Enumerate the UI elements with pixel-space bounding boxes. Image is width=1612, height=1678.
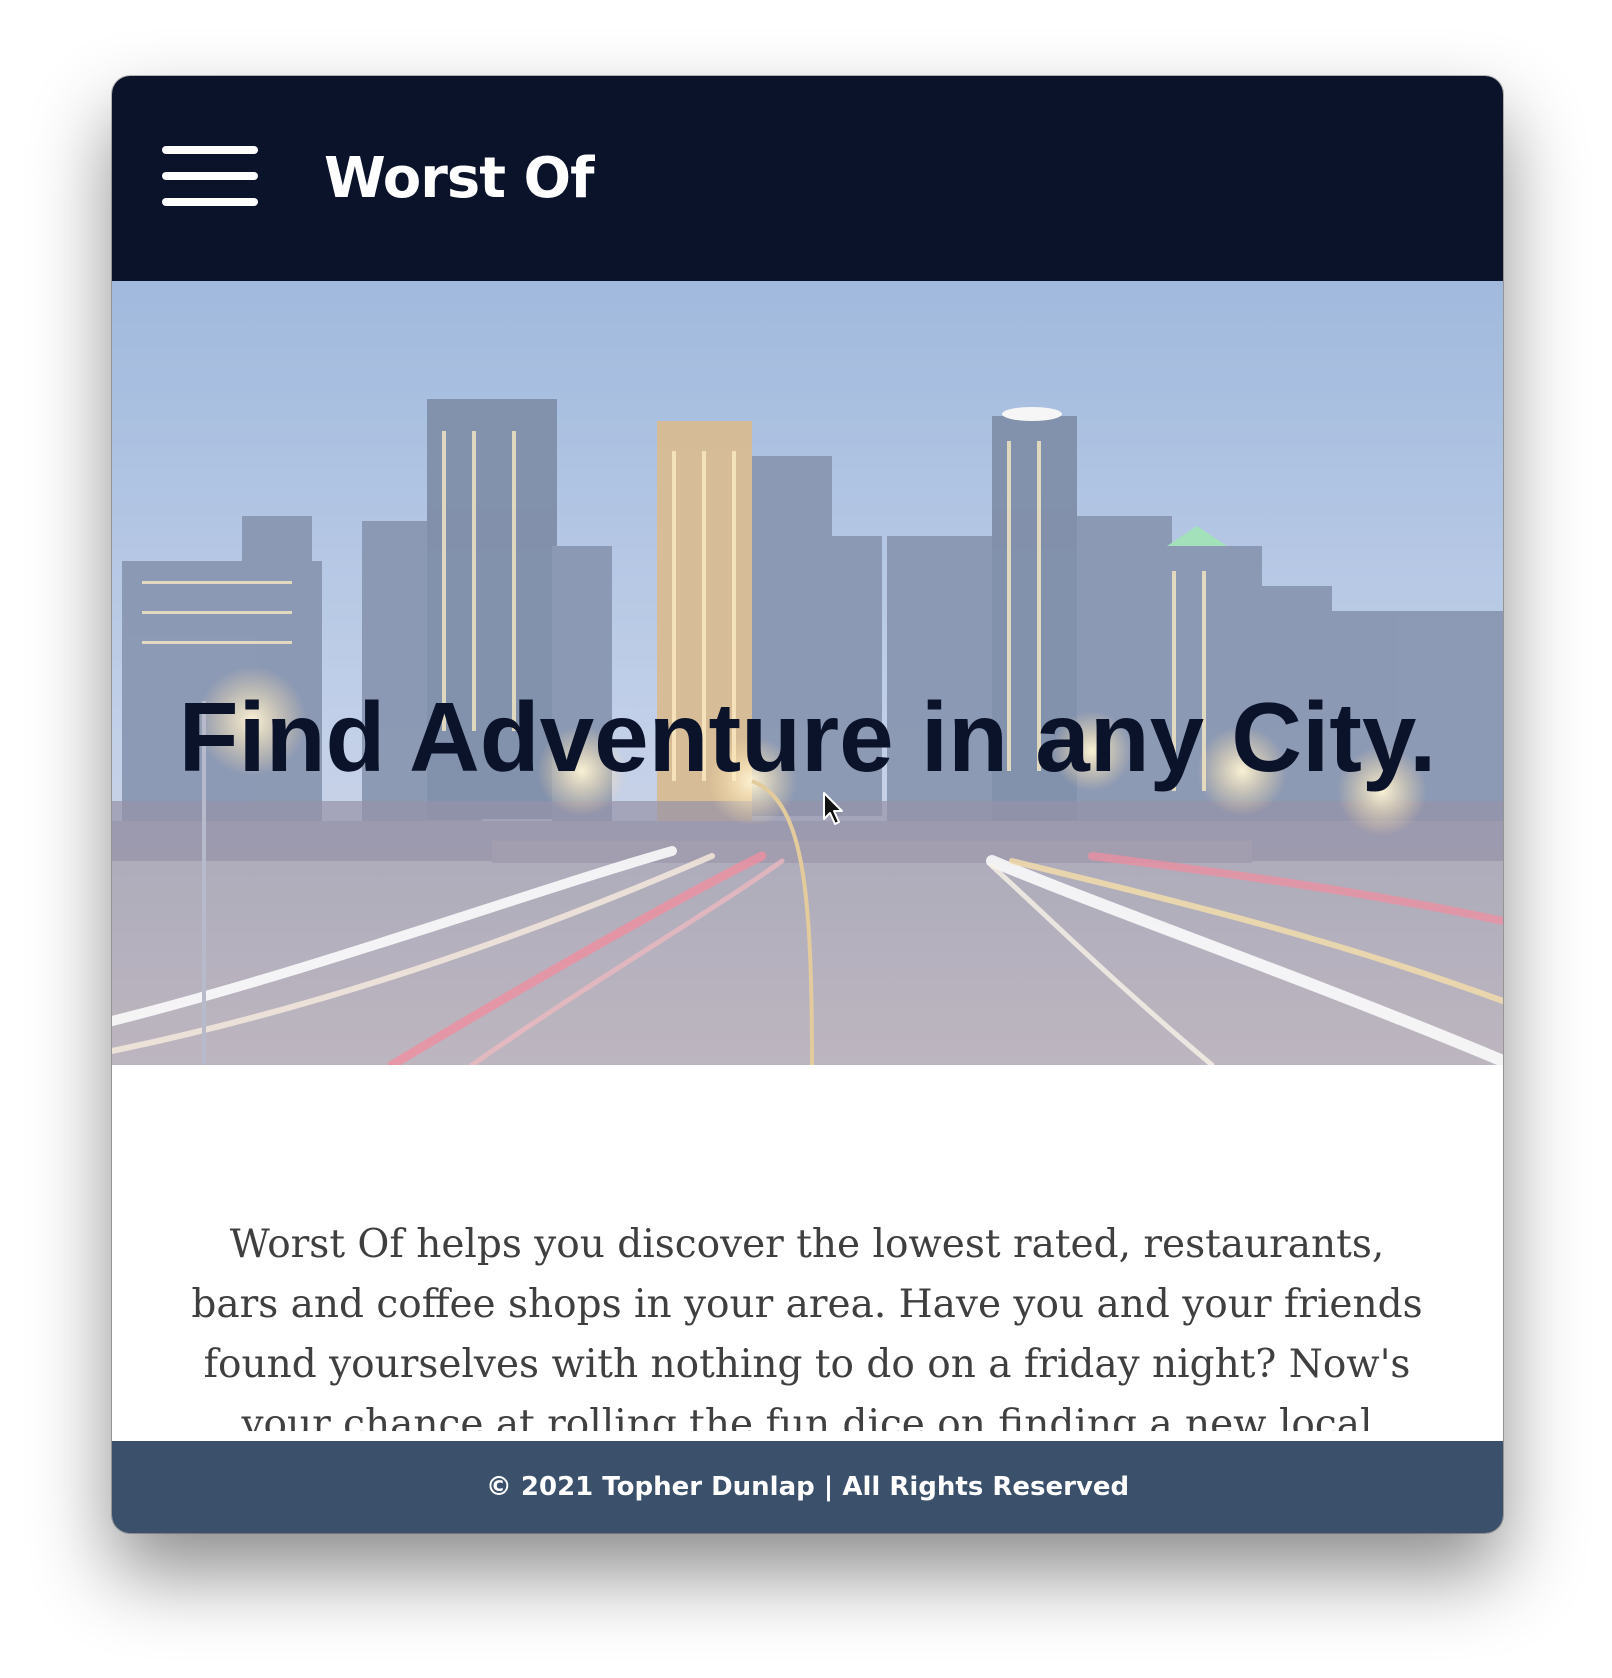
brand-title[interactable]: Worst Of bbox=[324, 144, 594, 214]
hamburger-bar bbox=[162, 198, 258, 206]
app-window: Worst Of Find Adventure in any City. Wor… bbox=[112, 76, 1503, 1533]
navbar: Worst Of bbox=[112, 76, 1503, 281]
copyright-text: © 2021 Topher Dunlap | All Rights Reserv… bbox=[485, 1472, 1130, 1502]
hamburger-menu-icon[interactable] bbox=[162, 146, 258, 206]
hero-overlay bbox=[112, 281, 1503, 1065]
intro-paragraph: Worst Of helps you discover the lowest r… bbox=[191, 1222, 1423, 1431]
hero-section: Find Adventure in any City. bbox=[112, 281, 1503, 1065]
hamburger-bar bbox=[162, 146, 258, 154]
footer: © 2021 Topher Dunlap | All Rights Reserv… bbox=[112, 1441, 1503, 1533]
hero-title: Find Adventure in any City. bbox=[178, 681, 1437, 792]
main-content: Worst Of helps you discover the lowest r… bbox=[112, 1065, 1503, 1431]
mouse-cursor-icon bbox=[823, 792, 843, 825]
hamburger-bar bbox=[162, 172, 258, 180]
